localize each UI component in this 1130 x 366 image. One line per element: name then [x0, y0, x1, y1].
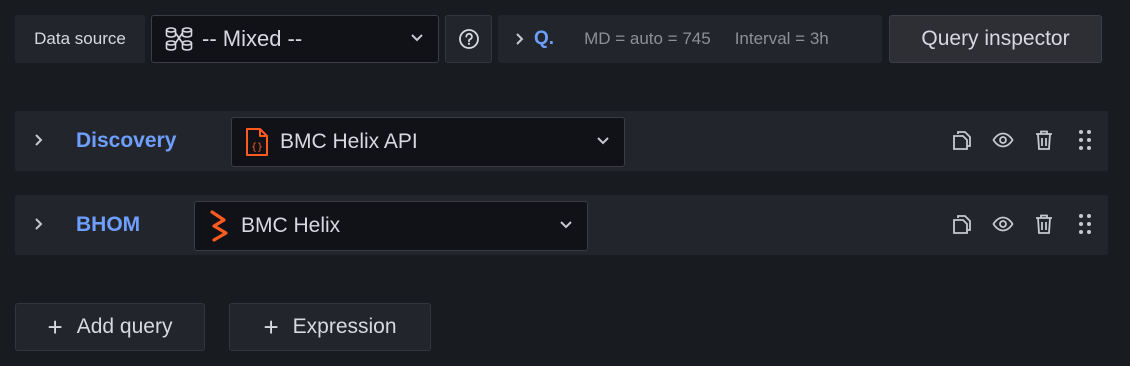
query-row-actions	[932, 213, 1092, 235]
trash-icon[interactable]	[1034, 213, 1054, 235]
query-datasource-name: BMC Helix API	[280, 130, 418, 153]
query-row-actions	[932, 129, 1092, 151]
eye-icon[interactable]	[992, 213, 1014, 235]
query-row-discovery: Discovery {} BMC Helix API	[15, 111, 1108, 171]
query-datasource-picker[interactable]: BMC Helix	[194, 201, 588, 251]
query-options-label: Q.	[534, 28, 555, 49]
interval-info: Interval = 3h	[734, 29, 829, 48]
drag-handle-icon[interactable]	[1078, 213, 1092, 235]
eye-icon[interactable]	[992, 129, 1014, 151]
add-query-button[interactable]: + Add query	[15, 303, 205, 351]
add-expression-button[interactable]: + Expression	[229, 303, 431, 351]
svg-text:{}: {}	[251, 142, 263, 153]
chevron-down-icon	[559, 217, 573, 235]
max-data-points-info: MD = auto = 745	[584, 29, 711, 48]
query-ref-id[interactable]: Discovery	[76, 129, 176, 153]
chevron-down-icon	[596, 133, 610, 151]
add-query-label: Add query	[76, 315, 173, 338]
query-options-toggle[interactable]: Q. MD = auto = 745 Interval = 3h	[498, 15, 882, 63]
data-source-value: -- Mixed --	[202, 26, 303, 51]
chevron-right-icon[interactable]	[33, 133, 43, 152]
duplicate-icon[interactable]	[952, 129, 972, 151]
plus-icon: +	[47, 312, 63, 342]
query-inspector-button[interactable]: Query inspector	[889, 15, 1102, 63]
data-source-label-text: Data source	[34, 29, 126, 48]
query-inspector-label: Query inspector	[921, 27, 1070, 50]
drag-handle-icon[interactable]	[1078, 129, 1092, 151]
query-datasource-picker[interactable]: {} BMC Helix API	[231, 117, 625, 167]
plus-icon: +	[263, 312, 279, 342]
chevron-right-icon	[514, 32, 524, 46]
query-ref-id[interactable]: BHOM	[76, 213, 140, 237]
chevron-right-icon[interactable]	[33, 217, 43, 236]
data-source-picker[interactable]: -- Mixed --	[151, 15, 439, 63]
trash-icon[interactable]	[1034, 129, 1054, 151]
duplicate-icon[interactable]	[952, 213, 972, 235]
help-button[interactable]	[445, 15, 492, 63]
query-datasource-name: BMC Helix	[241, 214, 341, 237]
bmc-helix-logo-icon	[207, 210, 231, 242]
question-circle-icon	[458, 28, 480, 50]
chevron-down-icon	[410, 30, 424, 48]
expression-label: Expression	[292, 315, 397, 338]
code-braces-icon: {}	[244, 127, 270, 157]
mixed-datasource-icon	[164, 24, 194, 54]
data-source-label: Data source	[15, 15, 145, 63]
query-row-bhom: BHOM BMC Helix	[15, 195, 1108, 255]
